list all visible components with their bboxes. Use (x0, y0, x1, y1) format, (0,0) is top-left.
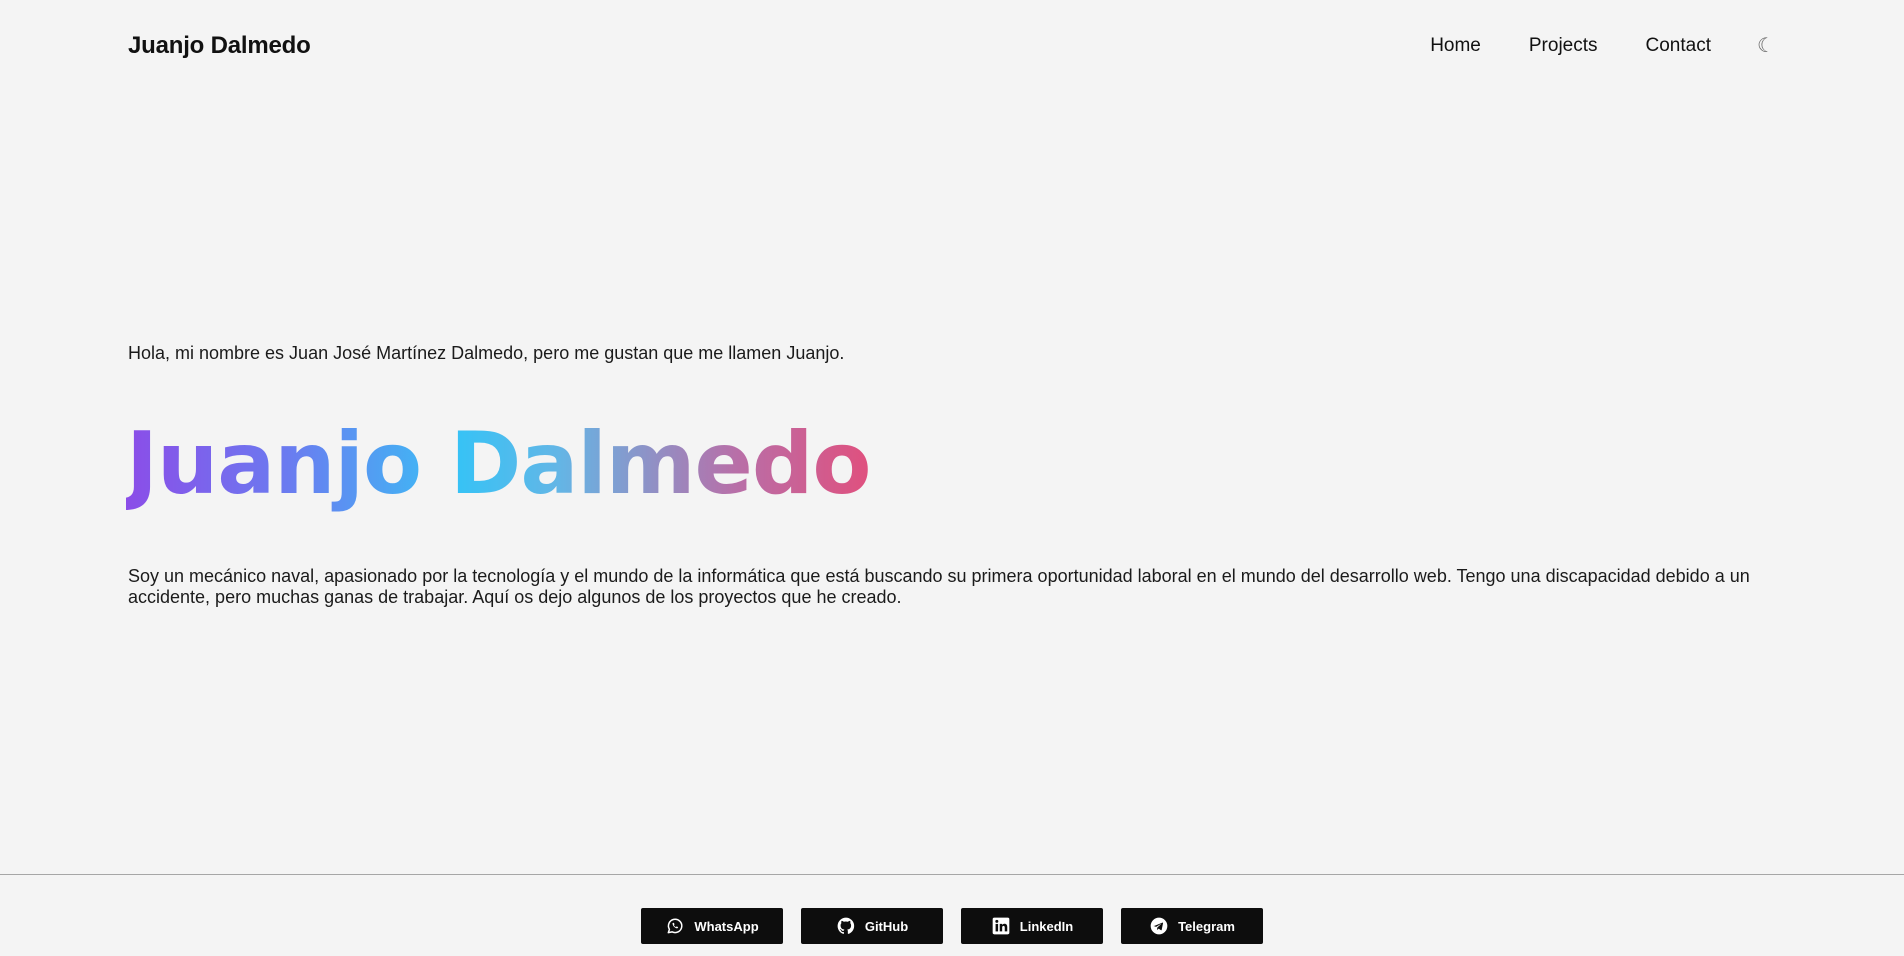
telegram-button[interactable]: Telegram (1121, 908, 1263, 944)
telegram-icon (1149, 916, 1169, 936)
footer-divider (0, 874, 1904, 875)
hero-bio: Soy un mecánico naval, apasionado por la… (128, 566, 1750, 607)
brand-logo-link[interactable]: Juanjo Dalmedo (128, 32, 311, 60)
site-header: Juanjo Dalmedo Home Projects Contact ☾ (128, 25, 1776, 67)
whatsapp-label: WhatsApp (694, 918, 759, 934)
main-nav: Home Projects Contact ☾ (1430, 35, 1776, 57)
social-links: WhatsApp GitHub LinkedIn Telegram (641, 908, 1263, 944)
linkedin-label: LinkedIn (1019, 918, 1074, 934)
hero-intro: Hola, mi nombre es Juan José Martínez Da… (128, 343, 845, 363)
moon-icon: ☾ (1757, 35, 1775, 57)
linkedin-icon (991, 916, 1011, 936)
whatsapp-icon (665, 916, 685, 936)
nav-contact-link[interactable]: Contact (1646, 35, 1711, 57)
hero-title: Juanjo Dalmedo (126, 414, 871, 514)
linkedin-button[interactable]: LinkedIn (961, 908, 1103, 944)
nav-projects-link[interactable]: Projects (1529, 35, 1598, 57)
theme-toggle-button[interactable]: ☾ (1756, 36, 1776, 56)
github-label: GitHub (864, 918, 909, 934)
github-icon (836, 916, 856, 936)
whatsapp-button[interactable]: WhatsApp (641, 908, 783, 944)
page: Juanjo Dalmedo Home Projects Contact ☾ H… (0, 0, 1904, 956)
nav-home-link[interactable]: Home (1430, 35, 1481, 57)
telegram-label: Telegram (1178, 918, 1235, 934)
github-button[interactable]: GitHub (801, 908, 943, 944)
